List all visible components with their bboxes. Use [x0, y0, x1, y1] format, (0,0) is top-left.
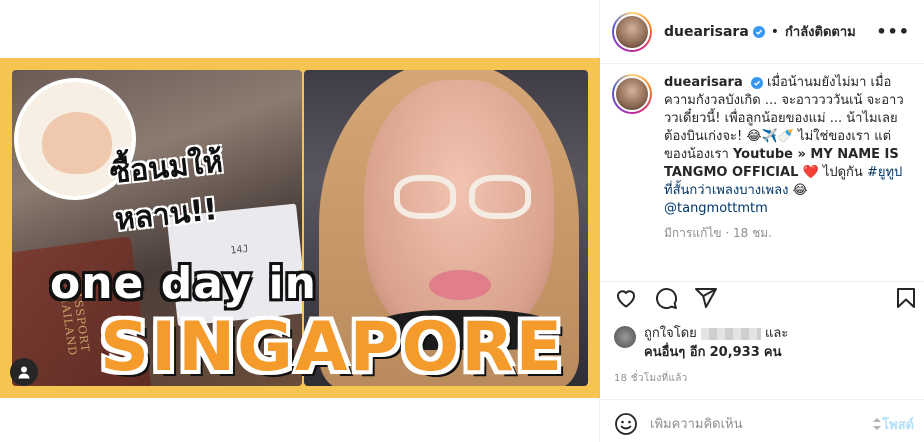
- caption-username[interactable]: duearisara: [664, 75, 743, 90]
- likes-text[interactable]: ถูกใจโดย และ คนอื่นๆ อีก 20,933 คน: [644, 324, 788, 362]
- post-comment-button[interactable]: โพสต์: [872, 414, 914, 435]
- glasses-right-lens: [469, 175, 531, 219]
- glasses-left-lens: [394, 175, 456, 219]
- emoji-smiley-icon[interactable]: [614, 412, 638, 436]
- sort-arrows-icon: [873, 418, 882, 430]
- post-side-panel: duearisara • กำลังติดตาม ••• duearisara …: [600, 0, 924, 442]
- likes-unit: คน: [763, 345, 782, 360]
- post-media-area: PASSPORT THAILAND 14J ซื้อนมให้หลาน!! on…: [0, 0, 600, 442]
- user-icon: [18, 366, 30, 379]
- header-separator: •: [770, 23, 780, 40]
- caption-verified-badge-icon: [750, 76, 763, 89]
- thumbnail-thai-caption: ซื้อนมให้หลาน!!: [108, 144, 225, 238]
- caption-emoji: 😂: [788, 183, 808, 198]
- heart-emoji: ❤️: [802, 165, 819, 180]
- post-comment-label: โพสต์: [882, 417, 914, 433]
- caption-edit-timestamp: มีการแก้ไข · 18 ชม.: [664, 226, 772, 240]
- baby-face: [42, 112, 112, 174]
- comment-bubble-icon[interactable]: [654, 286, 678, 310]
- likes-and: และ: [765, 326, 789, 341]
- post-timestamp[interactable]: 18 ชั่วโมงที่แล้ว: [614, 371, 688, 386]
- more-options-icon[interactable]: •••: [876, 22, 910, 41]
- liker-username-blurred: [700, 327, 761, 340]
- post-header: duearisara • กำลังติดตาม •••: [600, 0, 924, 64]
- like-heart-icon[interactable]: [614, 286, 638, 310]
- comment-divider: [600, 399, 924, 400]
- likes-others-prefix: คนอื่นๆ อีก: [644, 345, 706, 360]
- likes-count: 20,933: [709, 345, 760, 360]
- ticket-seat-text: 14J: [229, 243, 250, 257]
- following-button[interactable]: กำลังติดตาม: [785, 21, 856, 42]
- author-avatar-image: [614, 13, 650, 50]
- caption-mention-link[interactable]: @tangmottmtm: [664, 201, 768, 216]
- liked-by-prefix: ถูกใจโดย: [644, 326, 697, 341]
- author-username[interactable]: duearisara: [664, 24, 749, 40]
- share-paper-plane-icon[interactable]: [694, 286, 718, 310]
- comment-input[interactable]: [650, 416, 850, 432]
- tagged-users-button[interactable]: [10, 358, 38, 386]
- caption-avatar-image: [614, 76, 650, 112]
- caption-text-2: ไปดูกัน: [818, 165, 867, 180]
- save-bookmark-icon[interactable]: [894, 286, 918, 310]
- caption-block: duearisara เมื่อน้านมยังไม่มา เมื่อความก…: [612, 74, 912, 274]
- verified-badge-icon: [752, 25, 765, 38]
- comment-composer: โพสต์: [614, 410, 914, 438]
- post-actions-bar: [614, 286, 915, 312]
- caption-avatar[interactable]: [612, 74, 652, 114]
- portrait-lips: [429, 270, 491, 300]
- post-image[interactable]: PASSPORT THAILAND 14J ซื้อนมให้หลาน!! on…: [0, 58, 600, 398]
- caption-body: duearisara เมื่อน้านมยังไม่มา เมื่อความก…: [664, 74, 908, 274]
- author-avatar[interactable]: [612, 11, 652, 52]
- actions-divider: [600, 281, 924, 282]
- likes-summary: ถูกใจโดย และ คนอื่นๆ อีก 20,933 คน: [614, 324, 914, 362]
- liker-avatar[interactable]: [614, 326, 636, 348]
- thumbnail-headline-big: SINGAPORE: [100, 308, 565, 387]
- thumbnail-headline-small: one day in: [50, 258, 317, 309]
